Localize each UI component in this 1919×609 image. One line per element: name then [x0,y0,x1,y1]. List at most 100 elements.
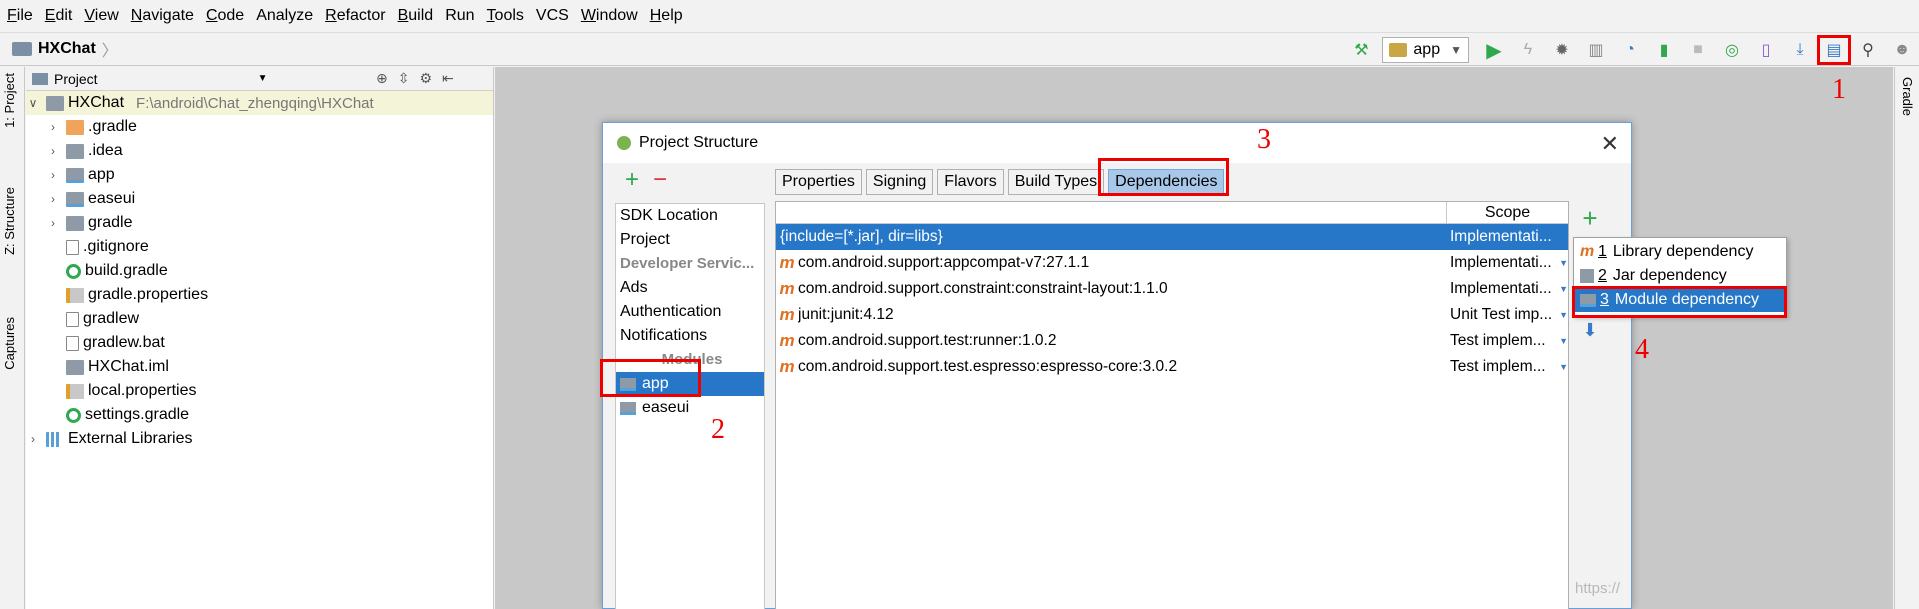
make-project-icon[interactable]: ⚒ [1348,39,1374,61]
tree-item[interactable]: › gradle [26,211,493,235]
search-icon[interactable]: ⚲ [1855,39,1881,61]
scroll-from-source-icon[interactable]: ⊕ [376,70,388,87]
hide-icon[interactable]: ⇤ [442,70,454,87]
tab-structure[interactable]: Z: Structure [2,187,17,255]
tab-build-types[interactable]: Build Types [1007,169,1105,195]
tab-gradle[interactable]: Gradle [1900,77,1915,116]
table-row[interactable]: {include=[*.jar], dir=libs} Implementati.… [776,224,1568,250]
menu-item[interactable]: VCS [533,7,578,25]
tree-item[interactable]: › .idea [26,139,493,163]
profile-icon[interactable]: ▥ [1583,39,1609,61]
scope-column-header[interactable]: Scope [1446,202,1568,224]
dependency-scope[interactable]: Implementati... ▼ [1450,280,1568,298]
dependency-scope[interactable]: Test implem... ▼ [1450,332,1568,350]
chevron-right-icon[interactable]: › [46,192,60,206]
table-row[interactable]: m com.android.support.test:runner:1.0.2 Te… [776,328,1568,354]
table-row[interactable]: m junit:junit:4.12 Unit Test imp... ▼ [776,302,1568,328]
close-icon[interactable]: ✕ [1601,131,1619,157]
menu-item[interactable]: Build [395,7,443,25]
sidebar-item-ads[interactable]: Ads [616,276,764,300]
chevron-down-icon[interactable]: ▼ [1559,362,1568,372]
tree-item[interactable]: HXChat.iml [26,355,493,379]
tab-project[interactable]: 1: Project [2,73,17,128]
sidebar-item-project[interactable]: Project [616,228,764,252]
dependency-scope[interactable]: Test implem... ▼ [1450,358,1568,376]
tree-item[interactable]: local.properties [26,379,493,403]
sidebar-item-authentication[interactable]: Authentication [616,300,764,324]
menu-item[interactable]: Edit [42,7,82,25]
tree-item[interactable]: gradle.properties [26,283,493,307]
menu-item[interactable]: Window [578,7,647,25]
tree-root[interactable]: ∨ HXChat F:\android\Chat_zhengqing\HXCha… [26,91,493,115]
add-module-icon[interactable]: + [625,166,639,194]
move-down-icon[interactable]: ⬇ [1582,320,1597,341]
project-view-label[interactable]: Project [54,71,98,87]
user-icon[interactable]: ☻ [1889,39,1915,61]
sidebar-item-notifications[interactable]: Notifications [616,324,764,348]
maven-icon: m [779,253,795,272]
run-config-select[interactable]: app ▼ [1382,37,1469,63]
popup-item-jar[interactable]: 2 Jar dependency [1574,264,1786,288]
dependency-name: com.android.support.test:runner:1.0.2 [798,332,1057,349]
menu-item[interactable]: File [4,7,42,25]
menu-item[interactable]: Run [442,7,483,25]
breadcrumb[interactable]: HXChat 〉 [0,37,118,61]
chevron-down-icon[interactable]: ▼ [1559,284,1568,294]
attach-debugger-icon[interactable]: ▮ [1651,39,1677,61]
stop-icon[interactable]: ■ [1685,39,1711,61]
menu-item[interactable]: Navigate [128,7,203,25]
sdk-manager-icon[interactable]: ⤓ [1787,39,1813,61]
chevron-down-icon[interactable]: ▼ [1559,258,1568,268]
table-row[interactable]: m com.android.support:appcompat-v7:27.1.1… [776,250,1568,276]
table-row[interactable]: m com.android.support.test.espresso:espre… [776,354,1568,380]
menu-item[interactable]: Code [203,7,253,25]
tree-item[interactable]: build.gradle [26,259,493,283]
tab-flavors[interactable]: Flavors [937,169,1004,195]
menu-item[interactable]: Analyze [253,7,322,25]
sync-gradle-icon[interactable]: ◎ [1719,39,1745,61]
avd-manager-icon[interactable]: ▯ [1753,39,1779,61]
tree-item[interactable]: .gitignore [26,235,493,259]
chevron-right-icon[interactable]: › [46,120,60,134]
profiler-icon[interactable]: ◔ [1617,39,1643,61]
apply-changes-icon[interactable]: ϟ [1515,39,1541,61]
chevron-right-icon[interactable]: › [46,168,60,182]
sidebar-item-easeui[interactable]: easeui [616,396,764,420]
tree-item-external-libraries[interactable]: › External Libraries [26,427,493,451]
table-row[interactable]: m com.android.support.constraint:constrai… [776,276,1568,302]
tab-signing[interactable]: Signing [865,169,934,195]
tree-item[interactable]: gradlew [26,307,493,331]
tree-item[interactable]: › easeui [26,187,493,211]
remove-module-icon[interactable]: − [653,166,667,194]
chevron-right-icon[interactable]: › [46,144,60,158]
dependency-scope[interactable]: Implementati... [1450,228,1568,246]
scope-value: Implementati... [1450,254,1552,271]
chevron-down-icon[interactable]: ▼ [258,73,268,84]
tab-captures[interactable]: Captures [2,317,17,370]
tree-item[interactable]: settings.gradle [26,403,493,427]
tree-item[interactable]: › app [26,163,493,187]
chevron-right-icon[interactable]: › [26,432,40,446]
tab-properties[interactable]: Properties [775,169,862,195]
chevron-down-icon[interactable]: ∨ [26,96,40,110]
menu-item[interactable]: Help [647,7,692,25]
menu-item[interactable]: View [81,7,127,25]
chevron-down-icon[interactable]: ▼ [1559,310,1568,320]
gear-icon[interactable]: ⚙ [419,70,432,87]
menu-item[interactable]: Refactor [322,7,394,25]
project-structure-icon[interactable]: ▤ [1817,35,1851,65]
menu-label: ools [494,7,524,24]
add-dependency-icon[interactable]: + [1582,203,1597,234]
tree-item[interactable]: gradlew.bat [26,331,493,355]
sidebar-item-sdk-location[interactable]: SDK Location [616,204,764,228]
dependency-scope[interactable]: Implementati... ▼ [1450,254,1568,272]
chevron-right-icon[interactable]: › [46,216,60,230]
dependency-scope[interactable]: Unit Test imp... ▼ [1450,306,1568,324]
chevron-down-icon[interactable]: ▼ [1559,336,1568,346]
run-icon[interactable]: ▶ [1481,39,1507,62]
debug-icon[interactable]: ✹ [1549,39,1575,61]
popup-item-library[interactable]: m 1 Library dependency [1574,240,1786,264]
tree-item[interactable]: › .gradle [26,115,493,139]
collapse-all-icon[interactable]: ⇳ [398,70,410,87]
menu-item[interactable]: Tools [484,7,533,25]
